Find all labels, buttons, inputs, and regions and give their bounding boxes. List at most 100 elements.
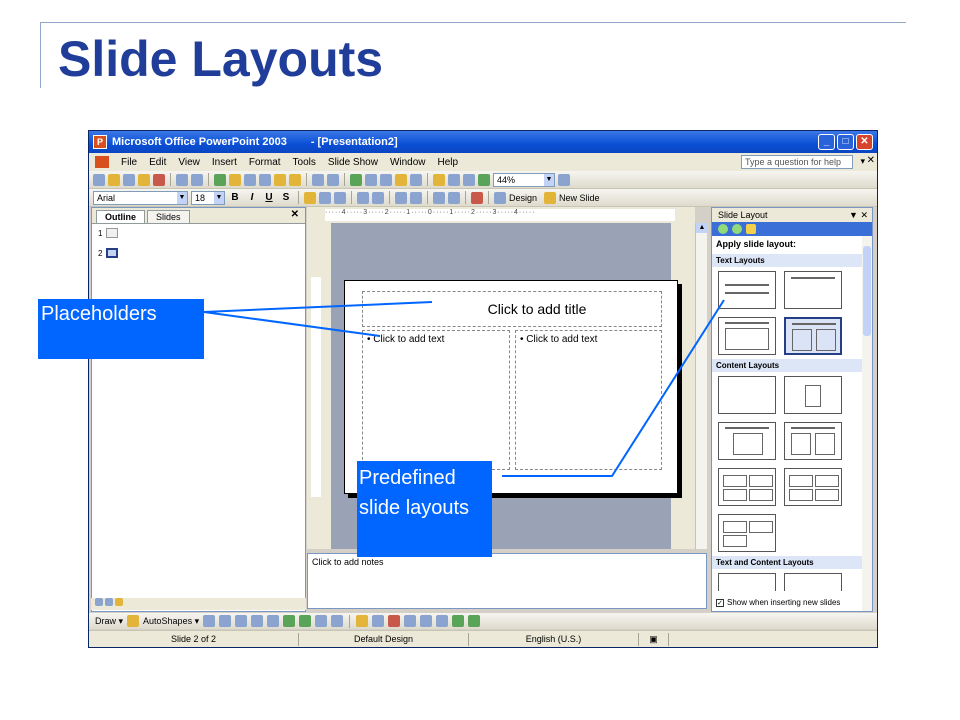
cut-icon[interactable]: [244, 173, 256, 186]
menu-tools[interactable]: Tools: [293, 157, 316, 168]
vertical-scrollbar[interactable]: ▲: [695, 223, 708, 549]
right-text-placeholder[interactable]: • Click to add text: [515, 330, 662, 470]
outline-slide-row[interactable]: 1: [98, 228, 119, 238]
line-style-icon[interactable]: [404, 615, 417, 627]
save-icon[interactable]: [123, 173, 135, 186]
layout-two-column-text[interactable]: [784, 317, 842, 355]
slide-show-icon[interactable]: [115, 598, 124, 606]
tables-borders-icon[interactable]: [380, 173, 392, 186]
italic-button[interactable]: I: [245, 192, 259, 203]
tab-outline[interactable]: Outline: [96, 210, 145, 223]
layout-title-content-and-two-content[interactable]: [718, 468, 776, 506]
menu-slide-show[interactable]: Slide Show: [328, 157, 378, 168]
menu-view[interactable]: View: [178, 157, 200, 168]
show-new-slides-option[interactable]: ✓ Show when inserting new slides: [716, 598, 840, 607]
arrow-style-icon[interactable]: [436, 615, 449, 627]
layout-title-two-content-and-content[interactable]: [718, 514, 776, 552]
open-icon[interactable]: [108, 173, 120, 186]
undo-icon[interactable]: [312, 173, 324, 186]
color-grayscale-icon[interactable]: [478, 173, 490, 186]
layout-content-and-text[interactable]: [784, 573, 842, 591]
align-right-icon[interactable]: [334, 191, 346, 204]
picture-icon[interactable]: [331, 615, 344, 627]
design-icon[interactable]: [494, 191, 506, 204]
chevron-down-icon[interactable]: ▼: [177, 191, 187, 204]
show-grid-icon[interactable]: [463, 173, 475, 186]
shadow-style-icon[interactable]: [452, 615, 465, 627]
document-close-button[interactable]: ✕: [867, 155, 875, 166]
powerpoint-icon[interactable]: P: [93, 135, 107, 149]
maximize-button[interactable]: □: [837, 134, 854, 150]
home-icon[interactable]: [746, 224, 756, 234]
layout-title-only[interactable]: [784, 271, 842, 309]
normal-view-icon[interactable]: [95, 598, 103, 606]
font-color-icon[interactable]: [471, 191, 483, 204]
print-icon[interactable]: [176, 173, 188, 186]
spelling-icon[interactable]: [214, 173, 226, 186]
close-button[interactable]: ✕: [856, 134, 873, 150]
slide-thumbnail-icon[interactable]: [106, 248, 119, 258]
select-pointer-icon[interactable]: [127, 615, 140, 627]
copy-icon[interactable]: [259, 173, 271, 186]
menu-edit[interactable]: Edit: [149, 157, 166, 168]
help-search-input[interactable]: Type a question for help: [741, 155, 853, 169]
autoshapes-menu-button[interactable]: AutoShapes ▾: [143, 616, 199, 627]
decrease-font-icon[interactable]: [410, 191, 422, 204]
help-icon[interactable]: [558, 173, 570, 186]
insert-picture-icon[interactable]: [410, 173, 422, 186]
line-color-icon[interactable]: [372, 615, 385, 627]
rectangle-icon[interactable]: [235, 615, 248, 627]
font-color-icon[interactable]: [388, 615, 401, 627]
bold-button[interactable]: B: [228, 192, 242, 203]
notes-pane[interactable]: Click to add notes: [307, 553, 707, 609]
bullets-icon[interactable]: [372, 191, 384, 204]
chevron-down-icon[interactable]: ▾: [860, 156, 865, 167]
new-icon[interactable]: [93, 173, 105, 186]
title-placeholder[interactable]: Click to add title: [362, 291, 662, 327]
arrow-icon[interactable]: [219, 615, 232, 627]
layout-title-and-content[interactable]: [718, 422, 776, 460]
scrollbar-thumb[interactable]: [863, 246, 871, 336]
chevron-down-icon[interactable]: ▼: [214, 191, 224, 204]
layout-title-and-text[interactable]: [718, 317, 776, 355]
left-text-placeholder[interactable]: • Click to add text: [362, 330, 510, 470]
forward-icon[interactable]: [732, 224, 742, 234]
draw-menu-button[interactable]: Draw ▾: [95, 616, 123, 627]
document-icon[interactable]: [95, 156, 109, 168]
paste-icon[interactable]: [274, 173, 286, 186]
align-center-icon[interactable]: [319, 191, 331, 204]
menu-file[interactable]: File: [121, 157, 137, 168]
insert-chart-icon[interactable]: [350, 173, 362, 186]
menu-insert[interactable]: Insert: [212, 157, 237, 168]
email-icon[interactable]: [153, 173, 165, 186]
layout-text-and-content[interactable]: [718, 573, 776, 591]
numbering-icon[interactable]: [357, 191, 369, 204]
font-size-select[interactable]: 18 ▼: [191, 190, 225, 205]
layout-blank[interactable]: [718, 376, 776, 414]
close-pane-button[interactable]: ✕: [291, 209, 299, 220]
task-pane-scrollbar[interactable]: [862, 236, 872, 611]
print-preview-icon[interactable]: [191, 173, 203, 186]
new-slide-icon[interactable]: [544, 191, 557, 204]
wordart-icon[interactable]: [283, 615, 296, 627]
insert-table-icon[interactable]: [365, 173, 377, 186]
underline-button[interactable]: U: [262, 192, 276, 203]
textbox-icon[interactable]: [267, 615, 280, 627]
insert-diagram-icon[interactable]: [395, 173, 407, 186]
align-left-icon[interactable]: [304, 191, 316, 204]
decrease-indent-icon[interactable]: [433, 191, 445, 204]
permission-icon[interactable]: [138, 173, 150, 186]
layout-content[interactable]: [784, 376, 842, 414]
layout-title-and-two-content[interactable]: [784, 422, 842, 460]
zoom-select[interactable]: 44% ▼: [493, 172, 555, 187]
new-slide-button[interactable]: New Slide: [559, 193, 600, 203]
design-button[interactable]: Design: [509, 193, 537, 203]
slide-thumbnail-icon[interactable]: [106, 228, 119, 238]
scroll-up-icon[interactable]: ▲: [696, 223, 708, 233]
format-painter-icon[interactable]: [289, 173, 301, 186]
layout-title-slide[interactable]: [718, 271, 776, 309]
show-formatting-icon[interactable]: [448, 173, 460, 186]
slide-sorter-icon[interactable]: [105, 598, 114, 606]
shadow-button[interactable]: S: [279, 192, 293, 203]
outline-slide-row[interactable]: 2: [98, 248, 119, 258]
